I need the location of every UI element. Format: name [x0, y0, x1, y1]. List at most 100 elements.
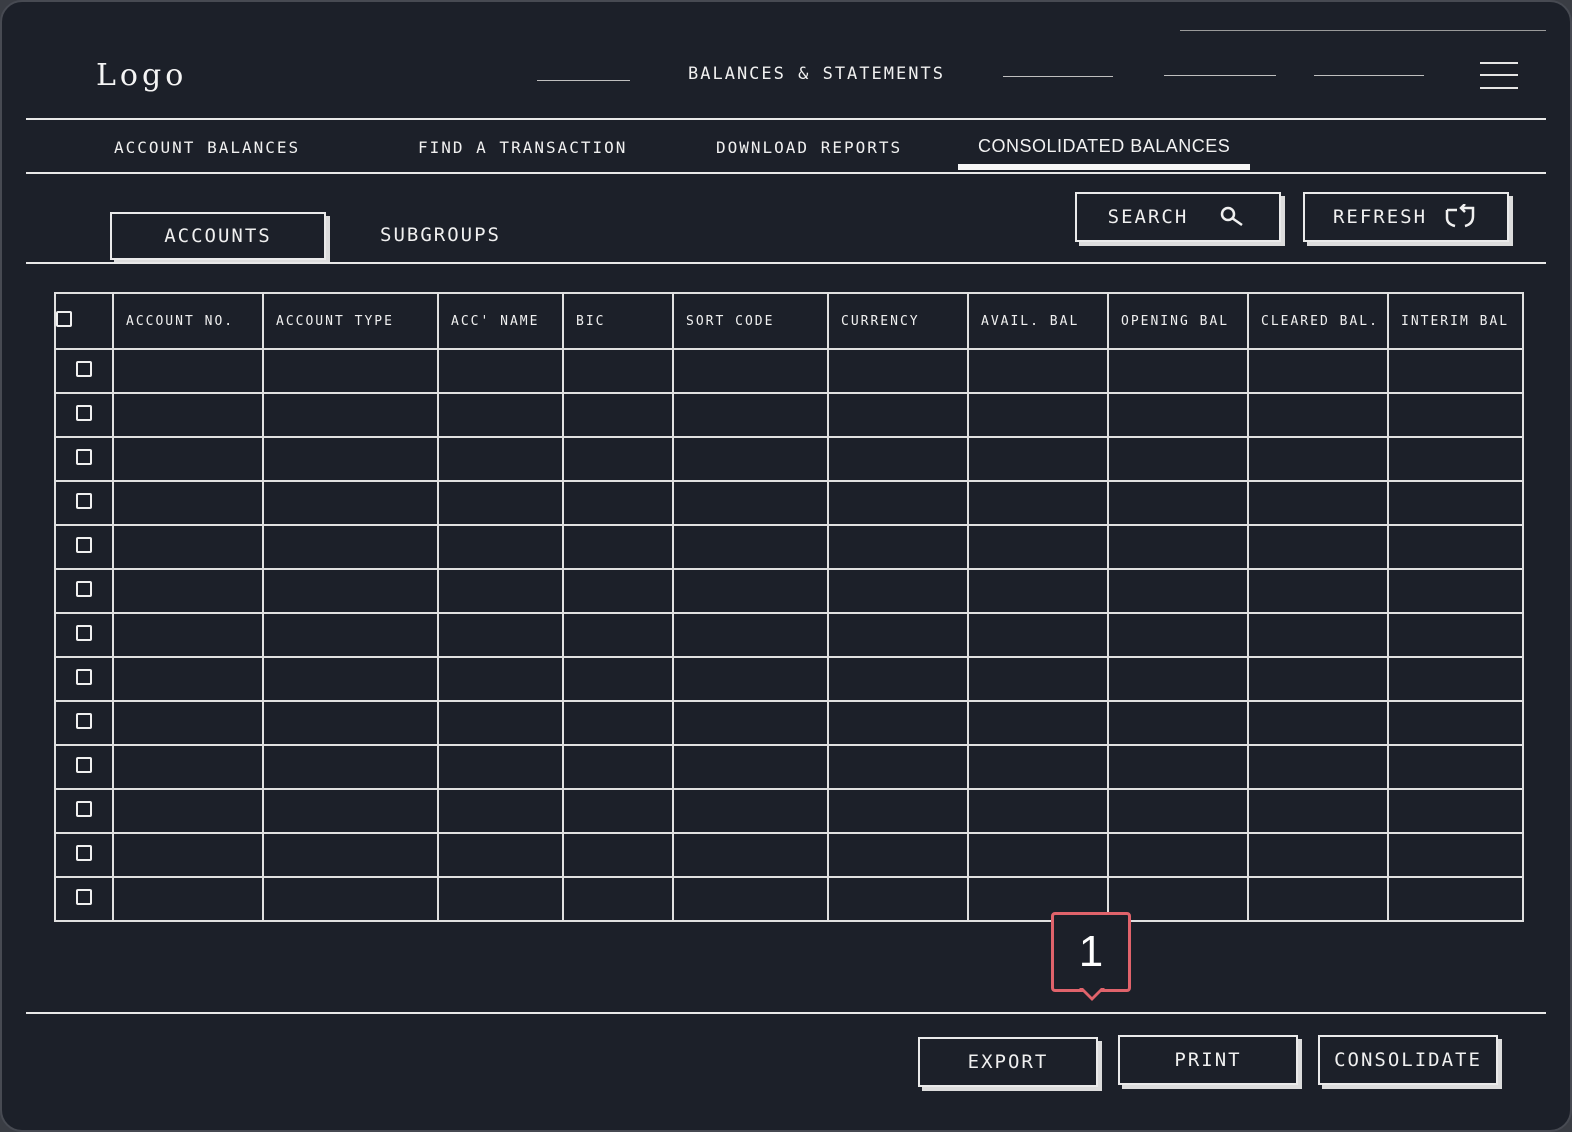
active-tab-indicator: [958, 164, 1250, 170]
table-row[interactable]: [54, 436, 1524, 482]
table-cell: [672, 480, 829, 526]
table-cell: [827, 656, 969, 702]
table-cell: [672, 744, 829, 790]
row-select-cell: [54, 348, 114, 394]
refresh-button-label: REFRESH: [1332, 206, 1428, 228]
column-header[interactable]: BIC: [562, 292, 674, 350]
table-cell: [672, 656, 829, 702]
table-cell: [562, 436, 674, 482]
table-cell: [1247, 832, 1389, 878]
table-cell: [967, 700, 1109, 746]
table-row[interactable]: [54, 700, 1524, 746]
print-button[interactable]: PRINT: [1118, 1035, 1298, 1085]
row-checkbox[interactable]: [76, 361, 92, 377]
row-checkbox[interactable]: [76, 405, 92, 421]
table-cell: [112, 788, 264, 834]
row-checkbox[interactable]: [76, 757, 92, 773]
column-header[interactable]: AVAIL. BAL: [967, 292, 1109, 350]
table-cell: [562, 612, 674, 658]
row-checkbox[interactable]: [76, 493, 92, 509]
table-cell: [827, 876, 969, 922]
table-cell: [262, 700, 439, 746]
table-cell: [1247, 348, 1389, 394]
subtab-accounts[interactable]: ACCOUNTS: [110, 212, 326, 260]
row-checkbox[interactable]: [76, 625, 92, 641]
table-cell: [1247, 568, 1389, 614]
table-row[interactable]: [54, 524, 1524, 570]
table-row[interactable]: [54, 392, 1524, 438]
column-header[interactable]: ACCOUNT NO.: [112, 292, 264, 350]
row-checkbox[interactable]: [76, 537, 92, 553]
tab-consolidated-balances[interactable]: CONSOLIDATED BALANCES: [978, 136, 1230, 157]
header-nav-placeholder-3[interactable]: [1164, 75, 1276, 76]
tab-account-balances[interactable]: ACCOUNT BALANCES: [114, 138, 300, 157]
column-header[interactable]: OPENING BAL: [1107, 292, 1249, 350]
table-cell: [262, 656, 439, 702]
table-row[interactable]: [54, 656, 1524, 702]
header-nav-placeholder-2[interactable]: [1003, 76, 1113, 77]
table-cell: [262, 524, 439, 570]
callout-pointer-fill: [1083, 988, 1101, 997]
table-cell: [827, 700, 969, 746]
column-header[interactable]: SORT CODE: [672, 292, 829, 350]
row-select-cell: [54, 744, 114, 790]
column-header[interactable]: CURRENCY: [827, 292, 969, 350]
table-cell: [437, 524, 564, 570]
table-cell: [827, 612, 969, 658]
column-header[interactable]: ACCOUNT TYPE: [262, 292, 439, 350]
column-header[interactable]: INTERIM BAL: [1387, 292, 1524, 350]
table-row[interactable]: [54, 744, 1524, 790]
column-header[interactable]: CLEARED BAL.: [1247, 292, 1389, 350]
search-button[interactable]: SEARCH: [1075, 192, 1281, 242]
tab-download-reports[interactable]: DOWNLOAD REPORTS: [716, 138, 902, 157]
table-cell: [437, 612, 564, 658]
table-cell: [1107, 436, 1249, 482]
export-button[interactable]: EXPORT: [918, 1037, 1098, 1087]
row-select-cell: [54, 876, 114, 922]
table-row[interactable]: [54, 480, 1524, 526]
row-checkbox[interactable]: [76, 669, 92, 685]
table-row[interactable]: [54, 612, 1524, 658]
row-checkbox[interactable]: [76, 889, 92, 905]
select-all-checkbox[interactable]: [57, 311, 72, 327]
table-cell: [562, 744, 674, 790]
table-cell: [1387, 392, 1524, 438]
consolidate-button[interactable]: CONSOLIDATE: [1318, 1035, 1498, 1085]
table-cell: [827, 348, 969, 394]
table-cell: [437, 832, 564, 878]
column-header[interactable]: ACC' NAME: [437, 292, 564, 350]
subtab-subgroups[interactable]: SUBGROUPS: [380, 224, 501, 246]
row-checkbox[interactable]: [76, 449, 92, 465]
header-nav-placeholder-1[interactable]: [537, 80, 630, 81]
table-cell: [262, 348, 439, 394]
table-cell: [967, 568, 1109, 614]
table-row[interactable]: [54, 788, 1524, 834]
table-cell: [827, 436, 969, 482]
hamburger-menu-icon[interactable]: [1480, 60, 1520, 94]
refresh-button[interactable]: REFRESH: [1303, 192, 1509, 242]
row-checkbox[interactable]: [76, 581, 92, 597]
table-row[interactable]: [54, 568, 1524, 614]
table-row[interactable]: [54, 876, 1524, 922]
table-cell: [1107, 832, 1249, 878]
row-select-cell: [54, 436, 114, 482]
table-cell: [827, 480, 969, 526]
table-cell: [827, 392, 969, 438]
table-cell: [437, 568, 564, 614]
table-cell: [112, 700, 264, 746]
row-select-cell: [54, 480, 114, 526]
table-cell: [562, 348, 674, 394]
table-row[interactable]: [54, 832, 1524, 878]
table-row[interactable]: [54, 348, 1524, 394]
tab-find-a-transaction[interactable]: FIND A TRANSACTION: [418, 138, 627, 157]
print-button-label: PRINT: [1174, 1049, 1242, 1071]
row-checkbox[interactable]: [76, 713, 92, 729]
table-cell: [1107, 612, 1249, 658]
row-checkbox[interactable]: [76, 801, 92, 817]
table-cell: [672, 524, 829, 570]
header-nav-placeholder-4[interactable]: [1314, 75, 1424, 76]
search-icon: [1221, 206, 1244, 227]
table-cell: [827, 568, 969, 614]
table-cell: [262, 612, 439, 658]
row-checkbox[interactable]: [76, 845, 92, 861]
